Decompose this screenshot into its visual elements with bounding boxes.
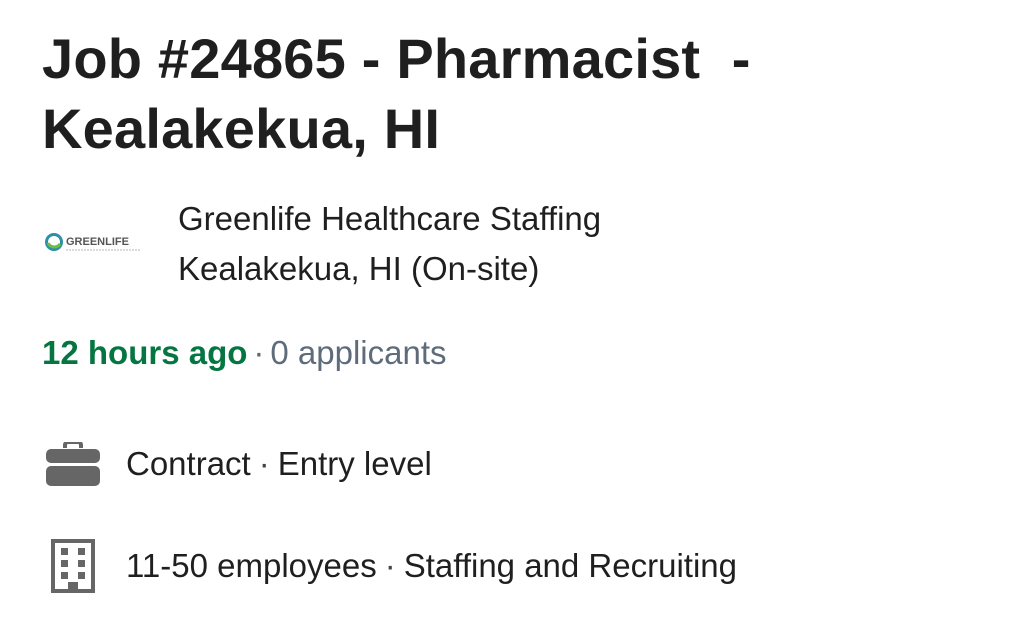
- company-info: Greenlife Healthcare Staffing Kealakekua…: [178, 194, 601, 294]
- job-title: Job #24865 - Pharmacist - Kealakekua, HI: [42, 27, 767, 160]
- industry: Staffing and Recruiting: [403, 547, 737, 584]
- meta-separator: ·: [253, 334, 265, 371]
- posted-time: 12 hours ago: [42, 334, 248, 371]
- detail-separator: ·: [384, 547, 396, 584]
- detail-separator: ·: [258, 445, 270, 482]
- posting-meta: 12 hours ago · 0 applicants: [42, 330, 447, 376]
- greenlife-logo-icon: GREENLIFE: [45, 233, 140, 251]
- job-type-row: Contract · Entry level: [44, 436, 432, 492]
- svg-text:GREENLIFE: GREENLIFE: [66, 236, 129, 248]
- company-location: Kealakekua, HI (On-site): [178, 250, 540, 287]
- applicant-count: 0 applicants: [270, 334, 447, 371]
- company-logo[interactable]: GREENLIFE: [44, 194, 144, 290]
- briefcase-icon: [44, 436, 102, 492]
- seniority-level: Entry level: [277, 445, 432, 482]
- employment-type: Contract: [126, 445, 251, 482]
- company-size-row: 11-50 employees · Staffing and Recruiting: [44, 538, 737, 594]
- company-name[interactable]: Greenlife Healthcare Staffing: [178, 194, 601, 244]
- company-size: 11-50 employees: [126, 547, 377, 584]
- building-icon: [44, 538, 102, 594]
- company-block: GREENLIFE Greenlife Healthcare Staffing …: [44, 194, 601, 294]
